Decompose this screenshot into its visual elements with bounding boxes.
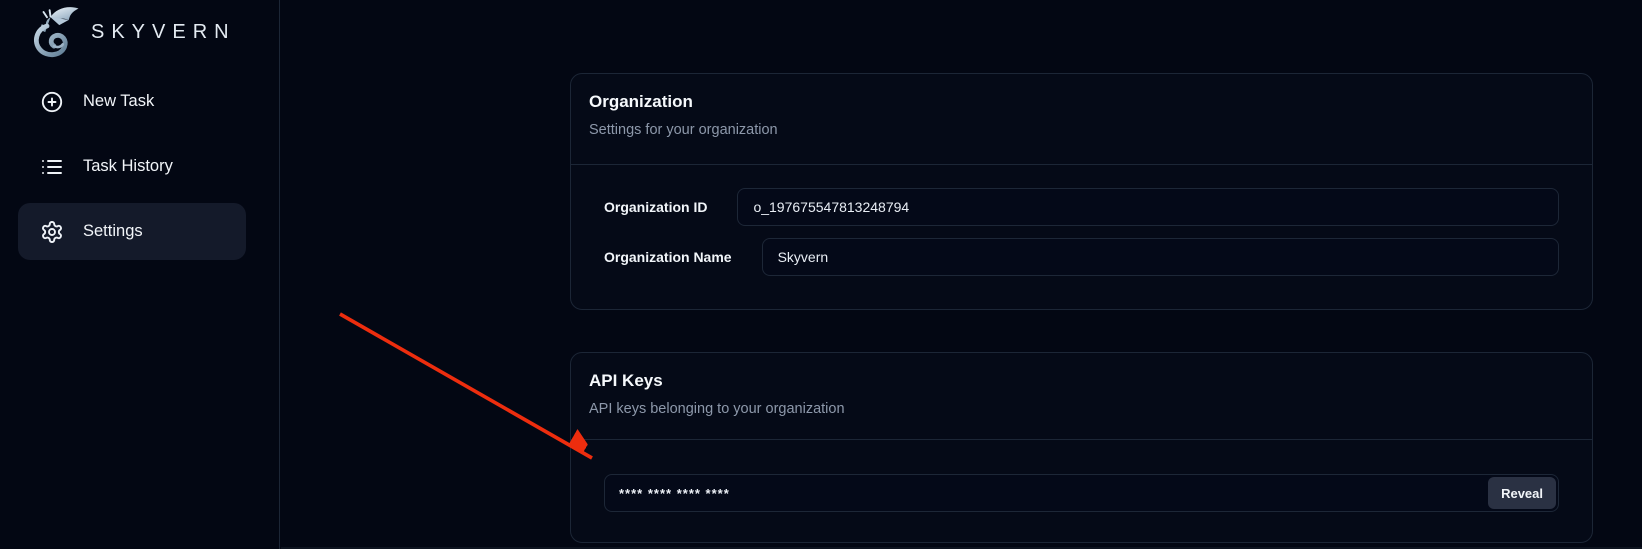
sidebar-item-task-history[interactable]: Task History (18, 138, 246, 195)
api-keys-card-content: Reveal (571, 440, 1592, 512)
skyvern-dragon-logo-icon (26, 5, 82, 61)
organization-card-header: Organization Settings for your organizat… (571, 74, 1592, 139)
organization-id-label: Organization ID (604, 199, 707, 215)
brand[interactable]: SKYVERN (0, 0, 279, 62)
api-key-masked-input[interactable] (604, 474, 1559, 512)
reveal-button[interactable]: Reveal (1488, 477, 1556, 509)
annotation-arrow-line (340, 314, 592, 458)
sidebar-item-label: New Task (83, 92, 154, 111)
sidebar-item-label: Task History (83, 157, 173, 176)
sidebar-item-settings[interactable]: Settings (18, 203, 246, 260)
api-key-row: Reveal (604, 474, 1559, 512)
api-keys-card-subtitle: API keys belonging to your organization (589, 400, 1574, 418)
organization-name-label: Organization Name (604, 249, 732, 265)
list-icon (40, 155, 64, 179)
plus-circle-icon (40, 90, 64, 114)
organization-name-input[interactable] (762, 238, 1559, 276)
organization-id-input[interactable] (737, 188, 1559, 226)
api-keys-card-header: API Keys API keys belonging to your orga… (571, 353, 1592, 418)
organization-card-title: Organization (589, 91, 1574, 113)
sidebar-nav: New Task Task History Settings (18, 73, 246, 260)
sidebar-item-label: Settings (83, 222, 143, 241)
sidebar: SKYVERN New Task Task History Settings (0, 0, 280, 549)
api-keys-card: API Keys API keys belonging to your orga… (570, 352, 1593, 543)
organization-card-subtitle: Settings for your organization (589, 121, 1574, 139)
sidebar-item-new-task[interactable]: New Task (18, 73, 246, 130)
gear-icon (40, 220, 64, 244)
organization-card-content: Organization ID Organization Name (571, 165, 1592, 276)
brand-wordmark: SKYVERN (91, 21, 236, 44)
organization-id-row: Organization ID (604, 188, 1559, 226)
organization-name-row: Organization Name (604, 238, 1559, 276)
organization-card: Organization Settings for your organizat… (570, 73, 1593, 310)
api-keys-card-title: API Keys (589, 370, 1574, 392)
